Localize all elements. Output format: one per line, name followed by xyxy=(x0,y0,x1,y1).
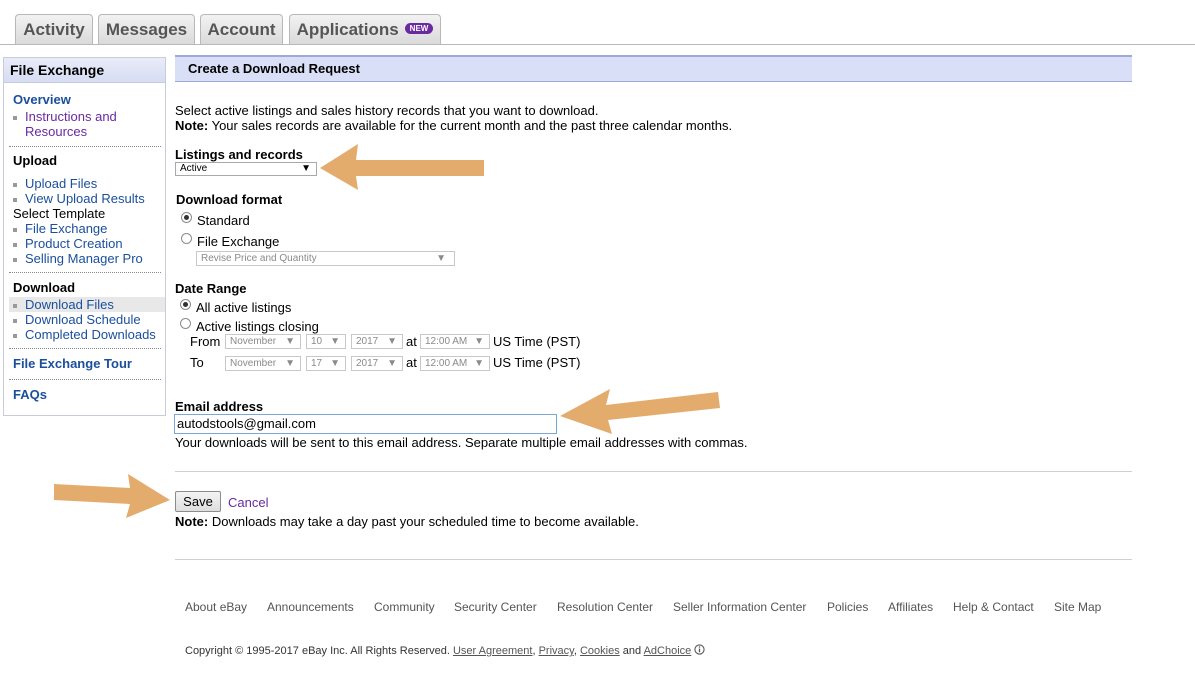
annotation-arrows xyxy=(54,144,720,518)
arrow-to-save xyxy=(54,474,170,518)
arrow-to-listings xyxy=(320,144,484,190)
arrow-to-email xyxy=(560,389,720,434)
